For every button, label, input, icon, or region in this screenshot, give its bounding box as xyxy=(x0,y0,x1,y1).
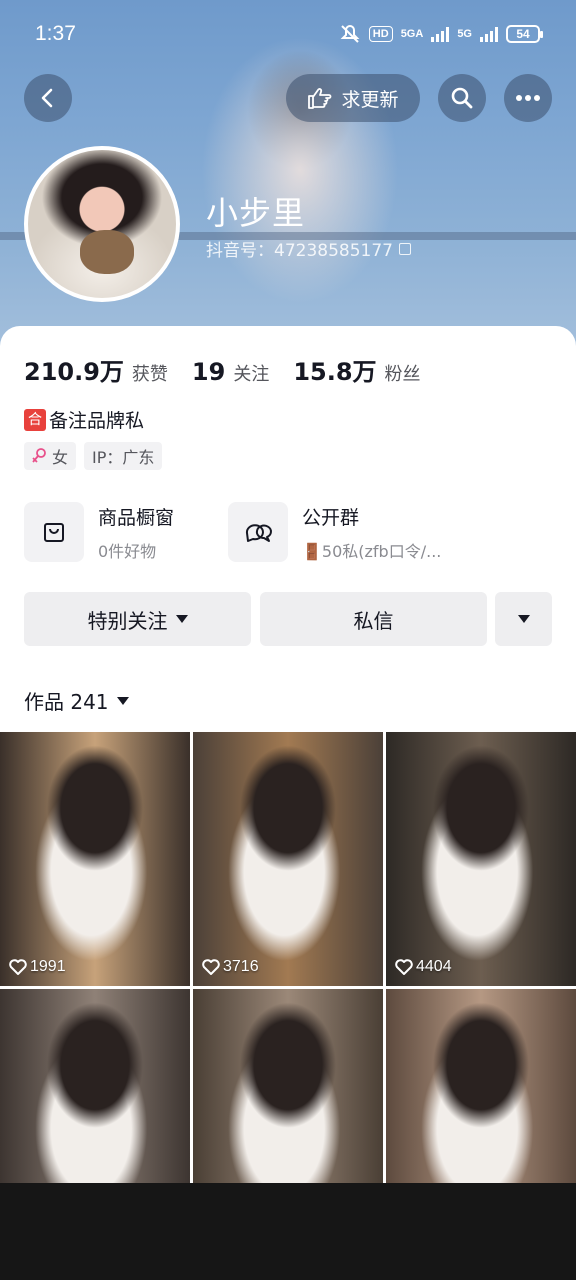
caret-down-icon xyxy=(116,696,129,705)
video-thumbnail[interactable] xyxy=(193,989,383,1183)
chevron-left-icon xyxy=(41,88,53,108)
request-update-button[interactable]: 求更新 xyxy=(286,74,420,122)
thumbnail-image xyxy=(0,989,190,1183)
stats-row: 210.9万 获赞 19 关注 15.8万 粉丝 xyxy=(24,352,445,387)
search-button[interactable] xyxy=(438,74,486,122)
stat-following[interactable]: 19 关注 xyxy=(192,358,269,386)
douyin-id[interactable]: 抖音号：47238585177 xyxy=(206,236,411,261)
video-thumbnail[interactable]: 1991 xyxy=(0,732,190,986)
avatar-teddy-bear xyxy=(80,230,134,274)
like-count-text: 4404 xyxy=(416,958,452,975)
group-title: 公开群 xyxy=(302,506,360,529)
back-button[interactable] xyxy=(24,74,72,122)
status-time: 1:37 xyxy=(35,22,76,45)
public-group-entry[interactable]: 公开群 🚪50私(zfb口令/... xyxy=(228,502,441,562)
hd-icon: HD xyxy=(368,26,393,42)
like-count-text: 1991 xyxy=(30,958,66,975)
video-thumbnail[interactable] xyxy=(386,989,576,1183)
thumbnail-image xyxy=(193,989,383,1183)
avatar[interactable] xyxy=(24,146,180,302)
thumbnail-image xyxy=(386,732,576,986)
profile-screen: 1:37 HD 5GA 5G 54 求更新 小步里 抖音号：4723858517… xyxy=(0,0,576,1183)
like-count-text: 3716 xyxy=(223,958,259,975)
thumbnail-image xyxy=(193,732,383,986)
stat-likes[interactable]: 210.9万 获赞 xyxy=(24,352,168,387)
video-thumbnail[interactable] xyxy=(0,989,190,1183)
like-count: 3716 xyxy=(202,958,259,976)
bio-text: 备注品牌私 xyxy=(49,410,145,432)
gender-tag: 女 xyxy=(24,442,77,470)
more-dots-icon xyxy=(516,95,540,101)
bio-badge-icon: 合 xyxy=(24,408,46,431)
signal-icon-2 xyxy=(480,26,498,42)
shop-icon-box xyxy=(24,502,84,562)
thumbnail-image xyxy=(386,989,576,1183)
douyin-id-text: 抖音号：47238585177 xyxy=(206,241,393,261)
profile-card: 210.9万 获赞 19 关注 15.8万 粉丝 合 备注品牌私 女 IP：广东 xyxy=(0,326,576,746)
status-icons: HD 5GA 5G 54 xyxy=(339,24,543,44)
stat-following-label: 关注 xyxy=(233,364,270,385)
female-icon xyxy=(32,448,46,463)
video-thumbnail[interactable]: 3716 xyxy=(193,732,383,986)
special-follow-label: 特别关注 xyxy=(87,608,168,633)
stat-likes-label: 获赞 xyxy=(131,364,168,385)
battery-icon: 54 xyxy=(506,25,543,43)
chat-bubbles-icon xyxy=(245,524,272,542)
search-icon xyxy=(451,87,473,109)
nickname: 小步里 xyxy=(206,194,306,232)
group-text: 公开群 🚪50私(zfb口令/... xyxy=(302,503,441,562)
message-label: 私信 xyxy=(353,608,394,633)
heart-icon xyxy=(202,959,220,975)
signal-icon xyxy=(431,26,450,42)
ip-tag: IP：广东 xyxy=(84,442,163,470)
stat-followers-number: 15.8万 xyxy=(293,358,377,386)
more-options-button[interactable] xyxy=(495,592,552,646)
group-icon-box xyxy=(228,502,288,562)
works-tab[interactable]: 作品 241 xyxy=(24,686,129,715)
works-label: 作品 241 xyxy=(24,690,109,714)
like-count: 4404 xyxy=(395,958,452,976)
request-update-label: 求更新 xyxy=(341,88,399,111)
shop-title: 商品橱窗 xyxy=(98,506,175,529)
shop-window-entry[interactable]: 商品橱窗 0件好物 xyxy=(24,502,174,562)
stat-following-number: 19 xyxy=(191,358,226,386)
network-5g-label: 5G xyxy=(457,28,472,40)
heart-icon xyxy=(395,959,413,975)
bio: 合 备注品牌私 xyxy=(24,406,144,433)
thumbnail-image xyxy=(0,732,190,986)
shop-text: 商品橱窗 0件好物 xyxy=(98,503,174,562)
caret-down-icon xyxy=(517,615,530,623)
status-bar: 1:37 HD 5GA 5G 54 xyxy=(0,0,576,70)
mute-icon xyxy=(340,25,360,43)
special-follow-button[interactable]: 特别关注 xyxy=(24,592,251,646)
heart-icon xyxy=(9,959,27,975)
network-5ga-label: 5GA xyxy=(400,28,424,40)
shopping-bag-icon xyxy=(44,523,64,542)
stat-followers[interactable]: 15.8万 粉丝 xyxy=(293,352,420,387)
gender-label: 女 xyxy=(52,448,69,467)
tags-row: 女 IP：广东 xyxy=(24,442,163,470)
like-count: 1991 xyxy=(9,958,66,976)
stat-likes-number: 210.9万 xyxy=(24,358,124,386)
shop-subtitle: 0件好物 xyxy=(98,541,157,561)
message-button[interactable]: 私信 xyxy=(260,592,487,646)
group-subtitle: 🚪50私(zfb口令/... xyxy=(302,541,442,561)
ip-label: IP：广东 xyxy=(92,448,155,467)
pointing-hand-icon xyxy=(308,88,332,109)
more-button[interactable] xyxy=(504,74,552,122)
bottom-area xyxy=(0,1183,576,1280)
caret-down-icon xyxy=(175,615,188,623)
stat-followers-label: 粉丝 xyxy=(384,364,421,385)
copy-icon[interactable] xyxy=(398,242,411,255)
video-thumbnail[interactable]: 4404 xyxy=(386,732,576,986)
